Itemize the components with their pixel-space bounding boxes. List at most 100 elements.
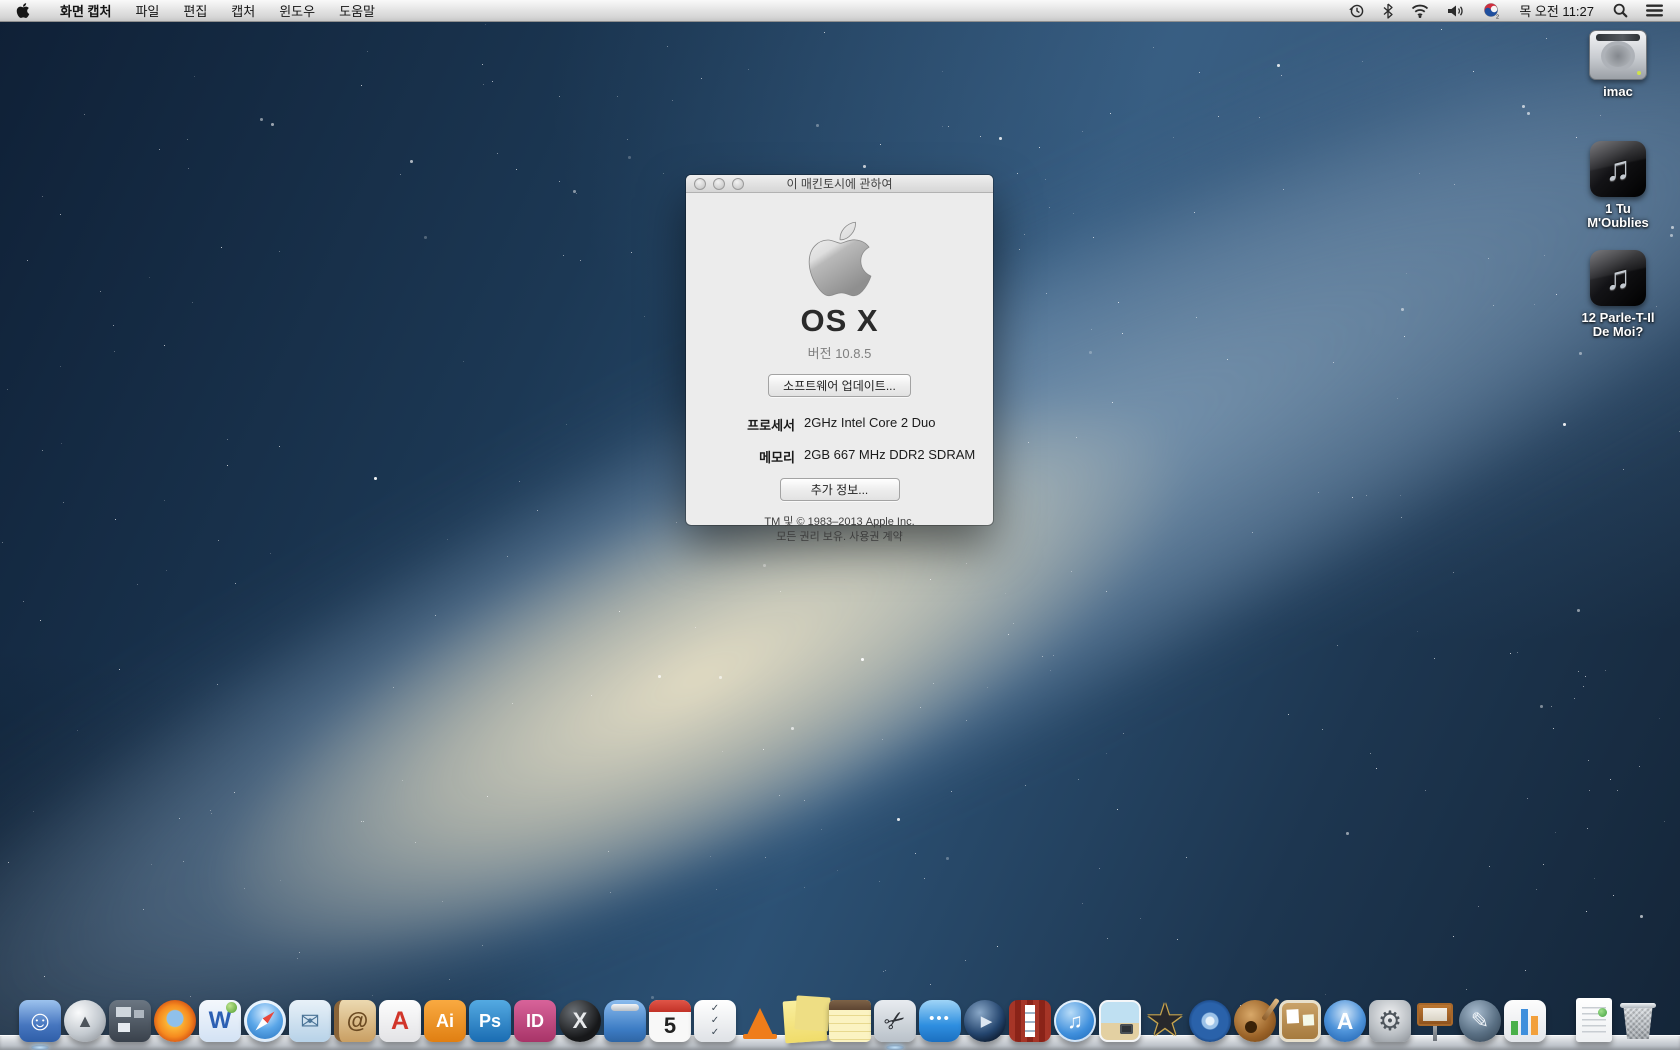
audio-file-1-label: 1 Tu M'Oublies bbox=[1587, 202, 1649, 231]
apple-menu-icon[interactable] bbox=[0, 0, 48, 21]
contacts-glyph: @ bbox=[347, 1010, 368, 1032]
running-indicator bbox=[886, 1045, 904, 1050]
minimize-button[interactable] bbox=[713, 178, 725, 190]
pages-dock-icon[interactable]: ✎ bbox=[1459, 1000, 1501, 1042]
volume-icon[interactable] bbox=[1440, 0, 1472, 21]
acrobat-glyph: A bbox=[391, 1009, 409, 1034]
desktop-icon-imac-drive[interactable]: imac bbox=[1556, 30, 1680, 99]
spec-table: 프로세서 2GHz Intel Core 2 Duo 메모리 2GB 667 M… bbox=[686, 415, 993, 466]
dvd-player-dock-icon[interactable]: ▶ bbox=[964, 1000, 1006, 1042]
trash-dock-icon[interactable] bbox=[1615, 1000, 1661, 1042]
menu-bar-status: 2 목 오전 11:27 bbox=[1341, 0, 1680, 21]
illustrator-dock-icon[interactable]: Ai bbox=[424, 1000, 466, 1042]
safari-dock-icon[interactable] bbox=[244, 1000, 286, 1042]
iweb-dock-icon[interactable] bbox=[1279, 1000, 1321, 1042]
hard-drive-icon bbox=[1589, 30, 1647, 80]
launchpad-glyph: ▲ bbox=[76, 1012, 94, 1030]
software-update-button[interactable]: 소프트웨어 업데이트... bbox=[768, 374, 911, 397]
spotlight-icon[interactable] bbox=[1606, 0, 1635, 21]
more-info-button[interactable]: 추가 정보... bbox=[780, 478, 900, 501]
bluetooth-icon[interactable] bbox=[1376, 0, 1400, 21]
app-store-glyph: A bbox=[1337, 1010, 1354, 1033]
acrobat-dock-icon[interactable]: A bbox=[379, 1000, 421, 1042]
indesign-dock-icon[interactable]: ID bbox=[514, 1000, 556, 1042]
close-button[interactable] bbox=[694, 178, 706, 190]
document-file-dock-icon[interactable] bbox=[1576, 998, 1612, 1042]
notes-dock-icon[interactable] bbox=[829, 1000, 871, 1042]
dvd-player-glyph: ▶ bbox=[981, 1014, 993, 1029]
zoom-button[interactable] bbox=[732, 178, 744, 190]
system-preferences-glyph: ⚙ bbox=[1378, 1008, 1402, 1035]
audio-file-2-label: 12 Parle-T-Il De Moi? bbox=[1582, 311, 1655, 340]
contacts-dock-icon[interactable]: @ bbox=[334, 1000, 376, 1042]
desktop-icon-audio-file-2[interactable]: ♫ 12 Parle-T-Il De Moi? bbox=[1556, 250, 1680, 340]
menu-bar-left: 화면 캡처 파일 편집 캡처 윈도우 도움말 bbox=[0, 0, 387, 21]
vlc-dock-icon[interactable] bbox=[739, 1000, 781, 1042]
garageband-dock-icon[interactable] bbox=[1234, 1000, 1276, 1042]
korean-input-icon[interactable]: 2 bbox=[1476, 0, 1507, 21]
menu-bar: 화면 캡처 파일 편집 캡처 윈도우 도움말 2 목 오전 11:27 bbox=[0, 0, 1680, 22]
toast-dock-icon[interactable] bbox=[604, 1000, 646, 1042]
imovie-dock-icon[interactable]: ★ bbox=[1144, 1000, 1186, 1042]
running-indicator bbox=[31, 1045, 49, 1050]
menu-window[interactable]: 윈도우 bbox=[267, 1, 327, 20]
copyright-line2: 모든 권리 보유. 사용권 계약 bbox=[764, 530, 914, 545]
menu-edit[interactable]: 편집 bbox=[171, 1, 219, 20]
reminders-dock-icon[interactable]: ✓ ✓ ✓ bbox=[694, 1000, 736, 1042]
calendar-dock-icon[interactable]: 5 bbox=[649, 1000, 691, 1042]
launchpad-dock-icon[interactable]: ▲ bbox=[64, 1000, 106, 1042]
audio-file-icon: ♫ bbox=[1590, 250, 1646, 306]
desktop-icon-audio-file-1[interactable]: ♫ 1 Tu M'Oublies bbox=[1556, 141, 1680, 231]
photoshop-glyph: Ps bbox=[479, 1012, 501, 1030]
processor-value: 2GHz Intel Core 2 Duo bbox=[804, 415, 993, 434]
system-preferences-dock-icon[interactable]: ⚙ bbox=[1369, 1000, 1411, 1042]
w-globe-app-dock-icon[interactable]: W bbox=[199, 1000, 241, 1042]
itunes-glyph: ♫ bbox=[1067, 1011, 1083, 1032]
window-controls bbox=[694, 175, 744, 192]
memory-value: 2GB 667 MHz DDR2 SDRAM bbox=[804, 447, 993, 466]
numbers-dock-icon[interactable] bbox=[1504, 1000, 1546, 1042]
window-titlebar[interactable]: 이 매킨토시에 관하여 bbox=[686, 175, 993, 193]
photo-booth-dock-icon[interactable] bbox=[1009, 1000, 1051, 1042]
music-note-icon: ♫ bbox=[1605, 150, 1631, 189]
finder-glyph: ☺ bbox=[26, 1007, 55, 1035]
notification-center-icon[interactable] bbox=[1639, 0, 1670, 21]
menu-bar-clock[interactable]: 목 오전 11:27 bbox=[1511, 1, 1602, 20]
copyright-text: TM 및 © 1983–2013 Apple Inc. 모든 권리 보유. 사용… bbox=[764, 515, 914, 545]
x-photo-app-dock-icon[interactable]: X bbox=[559, 1000, 601, 1042]
wifi-icon[interactable] bbox=[1404, 0, 1436, 21]
menu-capture[interactable]: 캡처 bbox=[219, 1, 267, 20]
reminders-glyph: ✓ ✓ ✓ bbox=[711, 1003, 719, 1039]
processor-label: 프로세서 bbox=[698, 415, 795, 434]
menu-help[interactable]: 도움말 bbox=[327, 1, 387, 20]
grab-glyph: ✂ bbox=[879, 1005, 911, 1037]
finder-dock-icon[interactable]: ☺ bbox=[19, 1000, 61, 1042]
active-app-menu[interactable]: 화면 캡처 bbox=[48, 1, 123, 20]
os-name: OS X bbox=[800, 303, 878, 339]
apple-logo bbox=[805, 217, 875, 301]
imovie-glyph: ★ bbox=[1145, 999, 1184, 1043]
iphoto-dock-icon[interactable] bbox=[1099, 1000, 1141, 1042]
keynote-dock-icon[interactable] bbox=[1414, 1000, 1456, 1042]
firefox-dock-icon[interactable] bbox=[154, 1000, 196, 1042]
calendar-glyph: 5 bbox=[664, 1015, 676, 1037]
illustrator-glyph: Ai bbox=[436, 1012, 454, 1030]
mission-control-dock-icon[interactable] bbox=[109, 1000, 151, 1042]
mail-dock-icon[interactable]: ✉ bbox=[289, 1000, 331, 1042]
dock: ☺ ▲ W ✉ @ A Ai Ps ID X 5 ✓ ✓ ✓ ✂••• ▶ ♫ ★ A ⚙ ✎ bbox=[0, 980, 1680, 1050]
idvd-dock-icon[interactable] bbox=[1189, 1000, 1231, 1042]
photoshop-dock-icon[interactable]: Ps bbox=[469, 1000, 511, 1042]
stickies-dock-icon[interactable] bbox=[783, 999, 828, 1044]
app-store-dock-icon[interactable]: A bbox=[1324, 1000, 1366, 1042]
indesign-glyph: ID bbox=[526, 1012, 544, 1030]
svg-text:2: 2 bbox=[1496, 15, 1499, 20]
menu-file[interactable]: 파일 bbox=[123, 1, 171, 20]
grab-dock-icon[interactable]: ✂ bbox=[874, 1000, 916, 1042]
dock-apps: ☺ ▲ W ✉ @ A Ai Ps ID X 5 ✓ ✓ ✓ ✂••• ▶ ♫ ★ A ⚙ ✎ bbox=[0, 998, 1680, 1042]
itunes-dock-icon[interactable]: ♫ bbox=[1054, 1000, 1096, 1042]
copyright-line1: TM 및 © 1983–2013 Apple Inc. bbox=[764, 515, 914, 530]
messages-dock-icon[interactable]: ••• bbox=[919, 1000, 961, 1042]
audio-file-icon: ♫ bbox=[1590, 141, 1646, 197]
time-machine-icon[interactable] bbox=[1341, 0, 1372, 21]
w-globe-app-glyph: W bbox=[209, 1009, 232, 1033]
